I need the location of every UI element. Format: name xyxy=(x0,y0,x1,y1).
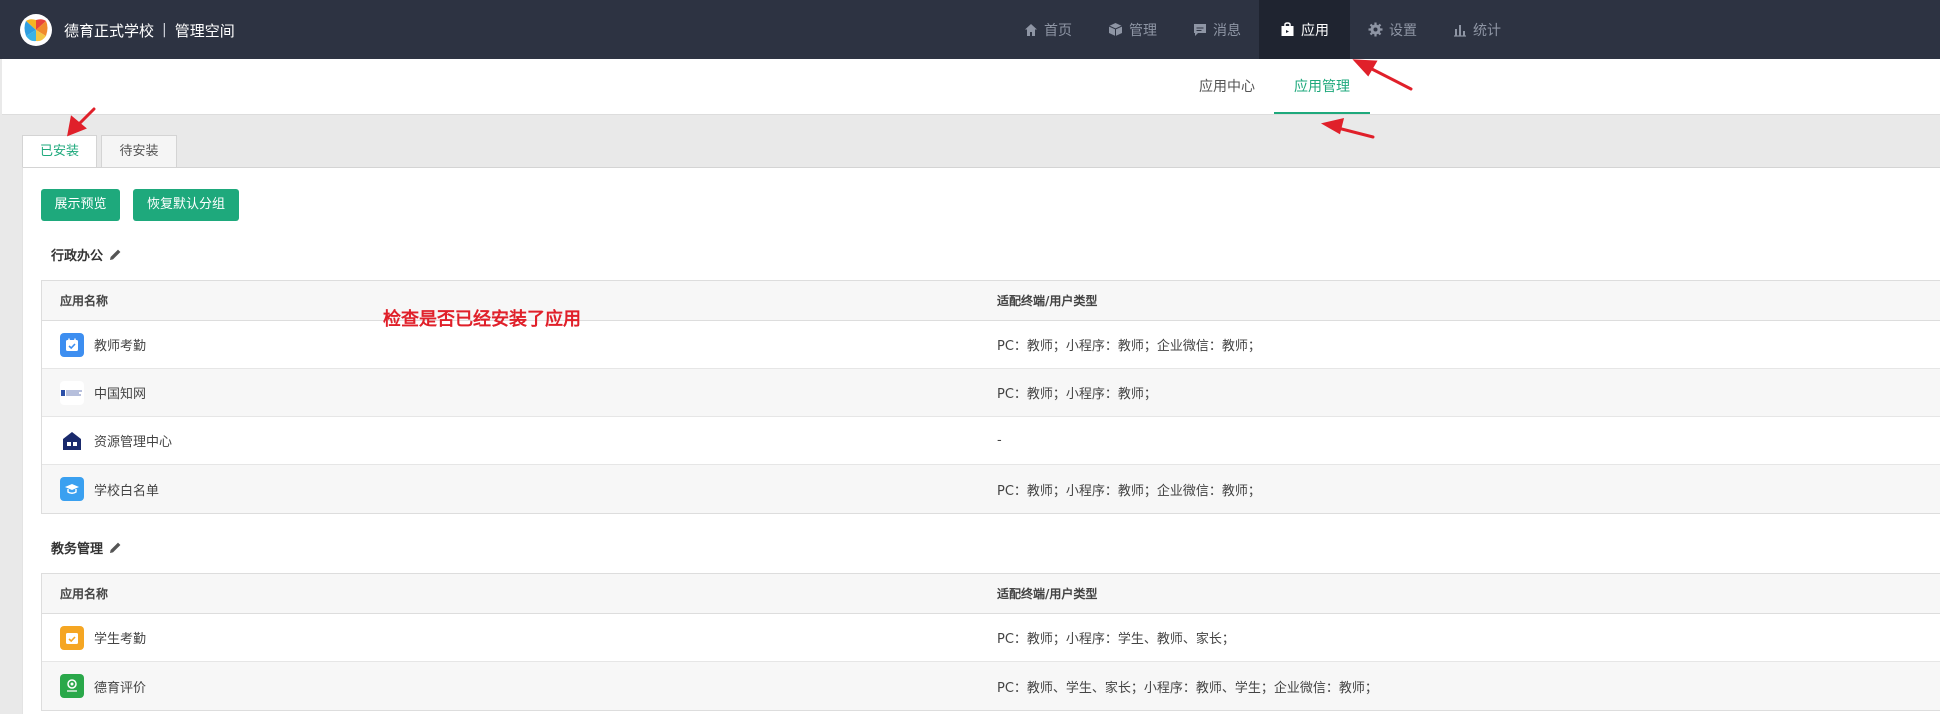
top-navbar: 德育正式学校 | 管理空间 首页 管理 消息 应用 设置 统计 xyxy=(0,0,1940,59)
resource-center-icon xyxy=(60,428,84,453)
app-terminals: PC：教师；小程序：学生、教师、家长； xyxy=(997,632,1235,647)
table-header: 应用名称 适配终端/用户类型 xyxy=(42,281,1940,321)
table-row[interactable]: 学生考勤 PC：教师；小程序：学生、教师、家长； xyxy=(42,614,1940,662)
cnki-icon xyxy=(60,380,84,405)
app-name: 教师考勤 xyxy=(94,339,147,354)
column-header-terminals: 适配终端/用户类型 xyxy=(997,294,1098,308)
installed-apps-panel: 展示预览 恢复默认分组 行政办公 应用名称 适配终端/用户类型 教师考勤 PC：… xyxy=(22,167,1940,714)
app-name: 德育评价 xyxy=(94,680,147,696)
nav-stats-label: 统计 xyxy=(1473,22,1501,39)
restore-default-groups-button[interactable]: 恢复默认分组 xyxy=(133,189,239,221)
table-row[interactable]: 教师考勤 PC：教师；小程序：教师；企业微信：教师； xyxy=(42,321,1940,369)
table-header: 应用名称 适配终端/用户类型 xyxy=(42,574,1940,614)
group-table-admin: 应用名称 适配终端/用户类型 教师考勤 PC：教师；小程序：教师；企业微信：教师… xyxy=(41,280,1940,514)
nav-apps-label: 应用 xyxy=(1301,22,1329,39)
app-name-cell: 资源管理中心 xyxy=(60,417,172,464)
bar-chart-icon xyxy=(1453,23,1467,37)
nav-manage-label: 管理 xyxy=(1129,22,1157,39)
school-whitelist-icon xyxy=(60,477,84,501)
school-logo-icon xyxy=(20,14,52,46)
nav-apps[interactable]: 应用 xyxy=(1259,0,1350,59)
message-icon xyxy=(1193,23,1207,37)
nav-home-label: 首页 xyxy=(1044,22,1072,39)
app-name-cell: 德育评价 xyxy=(60,662,146,710)
student-attendance-icon xyxy=(60,625,84,650)
nav-message-label: 消息 xyxy=(1213,22,1241,39)
tab-app-management[interactable]: 应用管理 xyxy=(1274,59,1370,114)
tab-installed[interactable]: 已安装 xyxy=(22,135,97,168)
arrow-head xyxy=(1320,117,1345,135)
group-title-label: 教务管理 xyxy=(51,542,104,557)
app-terminals: PC：教师；小程序：教师； xyxy=(997,387,1157,402)
arrow-head xyxy=(67,115,87,137)
space-name: 管理空间 xyxy=(174,21,235,40)
column-header-name: 应用名称 xyxy=(60,587,109,601)
app-terminals: PC：教师；小程序：教师；企业微信：教师； xyxy=(997,339,1261,354)
app-name: 学生考勤 xyxy=(94,632,147,647)
app-name-cell: 中国知网 xyxy=(60,369,146,416)
arrow-to-app-management xyxy=(1332,125,1375,139)
nav-message[interactable]: 消息 xyxy=(1175,0,1259,59)
brand-separator: | xyxy=(162,22,167,38)
teacher-attendance-icon xyxy=(60,332,84,357)
app-terminals: PC：教师、学生、家长；小程序：教师、学生；企业微信：教师； xyxy=(997,680,1378,696)
annotation-note: 检查是否已经安装了应用 xyxy=(383,309,581,330)
nav-home[interactable]: 首页 xyxy=(1006,0,1090,59)
app-terminals: PC：教师；小程序：教师；企业微信：教师； xyxy=(997,483,1261,499)
app-name: 中国知网 xyxy=(94,387,147,402)
table-row[interactable]: 资源管理中心 - xyxy=(42,417,1940,465)
gear-icon xyxy=(1368,22,1383,37)
column-header-name: 应用名称 xyxy=(60,294,109,308)
app-name-cell: 教师考勤 xyxy=(60,321,146,368)
brand[interactable]: 德育正式学校 | 管理空间 xyxy=(20,14,235,46)
group-table-academic: 应用名称 适配终端/用户类型 学生考勤 PC：教师；小程序：学生、教师、家长； … xyxy=(41,573,1940,711)
tab-app-center[interactable]: 应用中心 xyxy=(1189,59,1265,114)
table-row[interactable]: 学校白名单 PC：教师；小程序：教师；企业微信：教师； xyxy=(42,465,1940,513)
cube-icon xyxy=(1108,22,1123,37)
nav-stats[interactable]: 统计 xyxy=(1435,0,1519,59)
sub-navbar: 应用中心 应用管理 xyxy=(2,59,1940,115)
column-header-terminals: 适配终端/用户类型 xyxy=(997,587,1098,601)
edit-pencil-icon[interactable] xyxy=(109,541,122,554)
app-name-cell: 学生考勤 xyxy=(60,614,146,661)
group-title-label: 行政办公 xyxy=(51,249,104,264)
nav-manage[interactable]: 管理 xyxy=(1090,0,1175,59)
app-bag-icon xyxy=(1280,22,1295,37)
group-title-academic: 教务管理 xyxy=(51,538,122,557)
home-icon xyxy=(1024,23,1038,37)
group-title-admin: 行政办公 xyxy=(51,245,122,264)
nav-settings[interactable]: 设置 xyxy=(1350,0,1435,59)
edit-pencil-icon[interactable] xyxy=(109,248,122,261)
app-name: 学校白名单 xyxy=(94,483,160,499)
school-name: 德育正式学校 xyxy=(64,21,155,40)
tab-pending-install[interactable]: 待安装 xyxy=(101,135,177,167)
table-row[interactable]: 中国知网 PC：教师；小程序：教师； xyxy=(42,369,1940,417)
main-nav: 首页 管理 消息 应用 设置 统计 xyxy=(1006,0,1519,59)
app-terminals: - xyxy=(997,433,1002,448)
app-name-cell: 学校白名单 xyxy=(60,465,159,513)
preview-button[interactable]: 展示预览 xyxy=(41,189,120,221)
table-row[interactable]: 德育评价 PC：教师、学生、家长；小程序：教师、学生；企业微信：教师； xyxy=(42,662,1940,710)
app-name: 资源管理中心 xyxy=(94,435,173,450)
moral-evaluation-icon xyxy=(60,674,84,698)
nav-settings-label: 设置 xyxy=(1389,22,1417,39)
